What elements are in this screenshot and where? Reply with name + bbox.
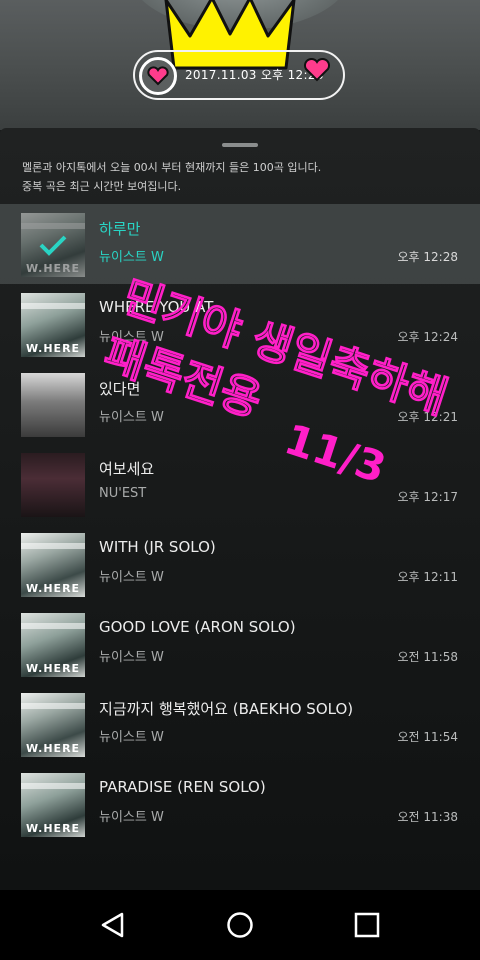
song-row[interactable]: W.HERE PARADISE (REN SOLO) 뉴이스트 W 오전 11:… [0, 764, 480, 844]
song-artist: 뉴이스트 W [99, 650, 164, 665]
header: 2017.11.03 오후 12:28 [0, 0, 480, 130]
song-time: 오후 12:17 [397, 490, 458, 504]
song-artist: 뉴이스트 W [99, 250, 164, 265]
song-time: 오후 12:21 [397, 410, 458, 424]
song-time: 오후 12:24 [397, 330, 458, 344]
song-row[interactable]: W.HERE 하루만 뉴이스트 W 오후 12:28 [0, 204, 480, 284]
song-artist: 뉴이스트 W [99, 410, 164, 425]
info-line-2: 중복 곡은 최근 시간만 보여집니다. [22, 180, 182, 193]
song-row[interactable]: W.HERE GOOD LOVE (ARON SOLO) 뉴이스트 W 오전 1… [0, 604, 480, 684]
drag-handle[interactable] [222, 143, 258, 147]
song-row[interactable]: W.HERE WHERE YOU AT 뉴이스트 W 오후 12:24 [0, 284, 480, 364]
song-title: GOOD LOVE (ARON SOLO) [99, 618, 296, 636]
album-cover: W.HERE [21, 533, 85, 597]
navigation-bar [0, 890, 480, 960]
song-title: 여보세요 [99, 460, 155, 478]
song-time: 오전 11:58 [397, 650, 458, 664]
song-time: 오후 12:11 [397, 570, 458, 584]
album-cover [21, 453, 85, 517]
album-cover: W.HERE [21, 693, 85, 757]
song-time: 오전 11:54 [397, 730, 458, 744]
back-icon[interactable] [98, 910, 128, 940]
song-title: 지금까지 행복했어요 (BAEKHO SOLO) [99, 700, 354, 718]
heart-icon [303, 58, 331, 82]
song-row[interactable]: W.HERE WITH (JR SOLO) 뉴이스트 W 오후 12:11 [0, 524, 480, 604]
info-text: 멜론과 아지톡에서 오늘 00시 부터 현재까지 들은 100곡 입니다. 중복… [22, 158, 462, 196]
album-cover: W.HERE [21, 613, 85, 677]
song-time: 오전 11:38 [397, 810, 458, 824]
song-row[interactable]: W.HERE 지금까지 행복했어요 (BAEKHO SOLO) 뉴이스트 W 오… [0, 684, 480, 764]
album-cover: W.HERE [21, 293, 85, 357]
info-line-1: 멜론과 아지톡에서 오늘 00시 부터 현재까지 들은 100곡 입니다. [22, 161, 322, 174]
song-artist: NU'EST [99, 486, 147, 501]
song-artist: 뉴이스트 W [99, 730, 164, 745]
song-row[interactable]: 여보세요 NU'EST 오후 12:17 [0, 444, 480, 524]
song-title: 하루만 [99, 220, 141, 238]
home-icon[interactable] [225, 910, 255, 940]
song-list-panel: 멜론과 아지톡에서 오늘 00시 부터 현재까지 들은 100곡 입니다. 중복… [0, 128, 480, 890]
check-icon [21, 213, 85, 277]
song-artist: 뉴이스트 W [99, 330, 164, 345]
recents-icon[interactable] [352, 910, 382, 940]
song-artist: 뉴이스트 W [99, 570, 164, 585]
song-artist: 뉴이스트 W [99, 810, 164, 825]
song-title: WITH (JR SOLO) [99, 538, 216, 556]
date-pill[interactable]: 2017.11.03 오후 12:28 [133, 50, 345, 100]
album-cover [21, 373, 85, 437]
song-title: 있다면 [99, 380, 141, 398]
heart-icon [139, 57, 177, 95]
song-title: WHERE YOU AT [99, 298, 214, 316]
song-title: PARADISE (REN SOLO) [99, 778, 266, 796]
album-cover: W.HERE [21, 773, 85, 837]
song-row[interactable]: 있다면 뉴이스트 W 오후 12:21 [0, 364, 480, 444]
song-time: 오후 12:28 [397, 250, 458, 264]
